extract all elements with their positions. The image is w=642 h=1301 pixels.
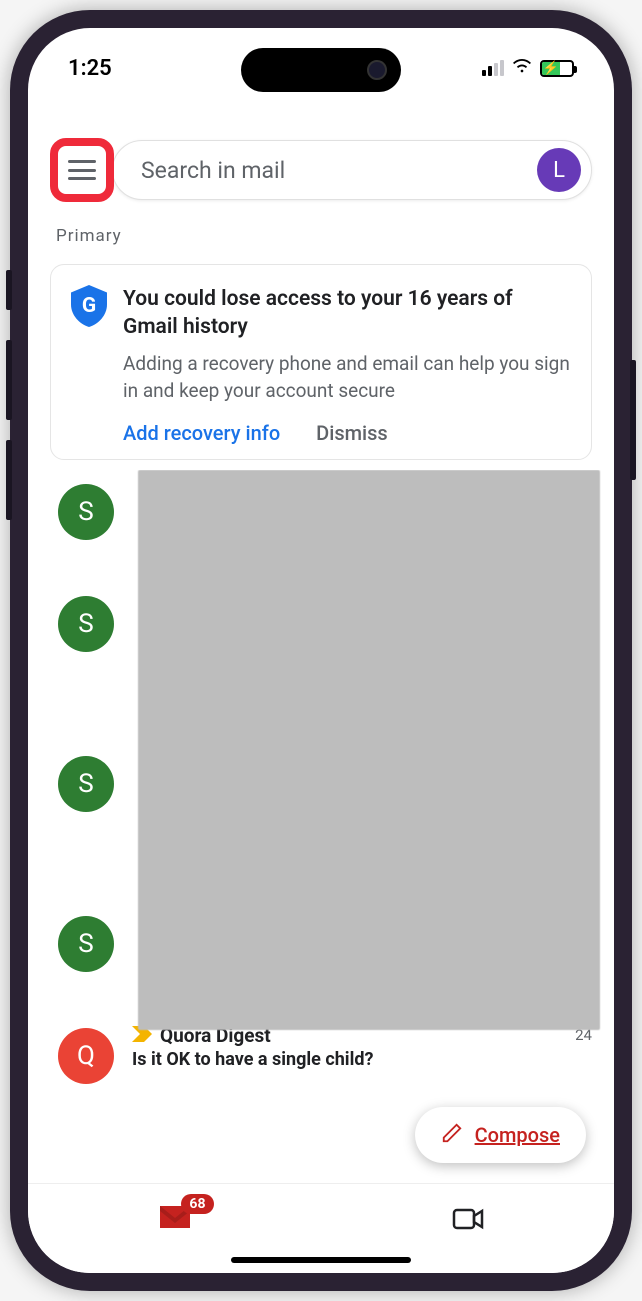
- sender-avatar: S: [58, 596, 114, 652]
- phone-frame: 1:25 ⚡ Search in mail L: [10, 10, 632, 1291]
- sender-avatar: S: [58, 484, 114, 540]
- svg-text:G: G: [82, 294, 96, 318]
- unread-badge: 68: [181, 1194, 213, 1214]
- volume-up-button: [6, 340, 12, 420]
- section-label: Primary: [28, 214, 614, 252]
- profile-avatar[interactable]: L: [537, 148, 581, 192]
- security-alert-card: G You could lose access to your 16 years…: [50, 264, 592, 460]
- front-camera: [367, 60, 387, 80]
- menu-button-highlight: [50, 138, 114, 202]
- home-indicator[interactable]: [231, 1257, 411, 1263]
- menu-icon[interactable]: [68, 160, 96, 180]
- power-button: [630, 360, 636, 480]
- add-recovery-button[interactable]: Add recovery info: [123, 421, 280, 445]
- dynamic-island: [241, 48, 401, 92]
- nav-meet[interactable]: [321, 1184, 614, 1253]
- video-icon: [452, 1206, 484, 1232]
- nav-mail[interactable]: 68: [28, 1184, 321, 1253]
- battery-icon: ⚡: [540, 60, 574, 77]
- alert-body-text: Adding a recovery phone and email can he…: [123, 350, 571, 405]
- volume-down-button: [6, 440, 12, 520]
- screen: 1:25 ⚡ Search in mail L: [28, 28, 614, 1273]
- side-button: [6, 270, 12, 310]
- search-bar-row: Search in mail L: [28, 128, 614, 214]
- status-time: 1:25: [68, 56, 112, 81]
- search-input[interactable]: Search in mail L: [112, 140, 592, 200]
- search-placeholder: Search in mail: [141, 157, 537, 184]
- alert-title: You could lose access to your 16 years o…: [123, 285, 571, 342]
- sender-avatar: S: [58, 916, 114, 972]
- compose-button[interactable]: Compose: [415, 1107, 586, 1163]
- redaction-overlay: [138, 470, 600, 1030]
- dismiss-button[interactable]: Dismiss: [316, 421, 388, 445]
- sender-avatar: Q: [58, 1028, 114, 1084]
- cellular-signal-icon: [482, 60, 504, 76]
- sender-avatar: S: [58, 756, 114, 812]
- shield-icon: G: [71, 285, 107, 325]
- compose-label: Compose: [475, 1123, 560, 1147]
- email-subject: Is it OK to have a single child?: [132, 1049, 592, 1070]
- wifi-icon: [511, 54, 533, 82]
- pencil-icon: [441, 1122, 463, 1149]
